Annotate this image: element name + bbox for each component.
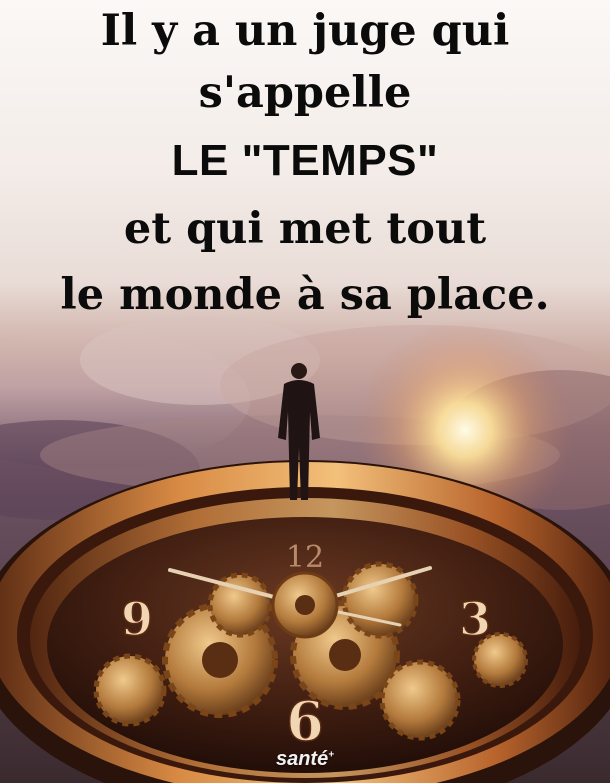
poster: 12 9 3 6 Il y a un juge qui s'appelle LE… bbox=[0, 0, 610, 783]
watermark: santé+ bbox=[0, 748, 610, 771]
numeral-12: 12 bbox=[286, 540, 324, 575]
numeral-6: 6 bbox=[286, 689, 324, 753]
plus-icon: + bbox=[328, 749, 335, 761]
quote-line-2: s'appelle bbox=[198, 68, 412, 118]
watermark-text: santé bbox=[275, 748, 329, 770]
numeral-9: 9 bbox=[121, 592, 153, 646]
quote-line-4: et qui met tout bbox=[123, 204, 487, 254]
numeral-3: 3 bbox=[459, 592, 491, 646]
quote-line-5: le monde à sa place. bbox=[60, 270, 550, 320]
quote-line-1: Il y a un juge qui bbox=[100, 6, 510, 56]
quote-line-3: LE "TEMPS" bbox=[171, 136, 439, 185]
